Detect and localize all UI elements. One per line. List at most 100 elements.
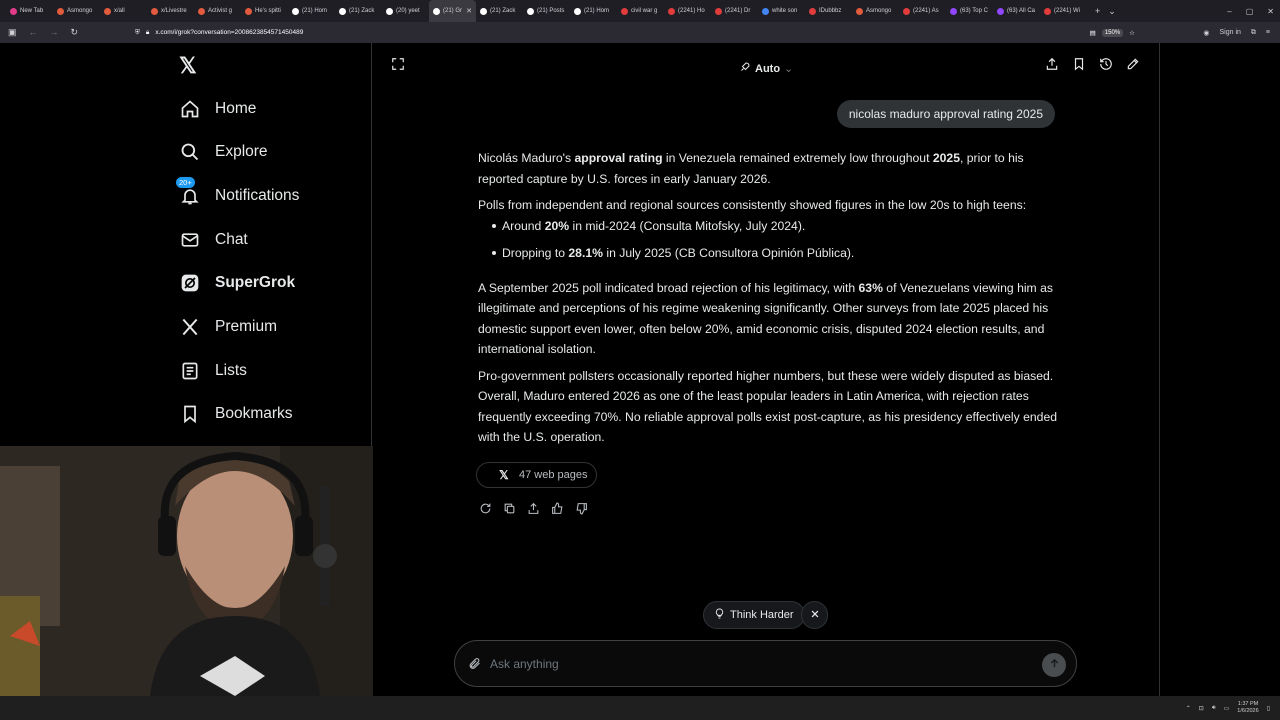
user-message-bubble: nicolas maduro approval rating 2025 [836,100,1055,128]
speaker-icon[interactable]: 🔊︎ [1212,705,1216,712]
thumbs-down-icon[interactable] [574,501,588,515]
url-text[interactable]: x.com/i/grok?conversation=20086238545714… [155,29,303,36]
browser-tab[interactable]: x/all [100,0,147,22]
ask-input[interactable] [490,655,1030,673]
browser-tab[interactable]: (63) All Ca [993,0,1040,22]
share-icon[interactable] [526,501,540,515]
grok-answer: Nicolás Maduro's approval rating in Vene… [478,148,1058,454]
close-window-button[interactable]: ✕ [1267,7,1274,16]
send-button[interactable] [1042,653,1066,677]
extensions-icon[interactable]: ⧉ [1251,29,1256,37]
bookmark-icon[interactable] [1072,57,1086,71]
grok-icon [178,271,202,295]
network-icon[interactable]: ⊡ [1199,705,1204,712]
x-logo[interactable]: 𝕏 [179,53,197,79]
tab-label: (21) Posts [537,8,565,14]
browser-tab[interactable]: civil war g [617,0,664,22]
tab-label: (63) Top C [960,8,988,14]
sidebar-item-supergrok[interactable]: SuperGrok [178,268,295,298]
address-bar[interactable]: ⛨ 🔒︎ x.com/i/grok?conversation=200862385… [135,25,1135,40]
sidebar-toggle-icon[interactable]: ▣ [8,27,17,38]
tab-favicon-icon [903,7,910,15]
thumbs-up-icon[interactable] [550,501,564,515]
history-icon[interactable] [1099,57,1113,71]
tab-favicon-icon [433,7,440,15]
account-icon[interactable]: ◉ [1203,29,1209,37]
source-favicons-icon: 𝕏 [499,468,509,482]
shield-icon[interactable]: ⛨ [135,29,140,37]
answer-text: in Venezuela remained extremely low thro… [662,151,933,165]
sidebar-item-lists[interactable]: Lists [178,356,247,386]
sidebar-item-notifications[interactable]: 20+ Notifications [175,176,299,211]
dismiss-chip-button[interactable] [801,601,828,629]
browser-tab[interactable]: IDubbbz [805,0,852,22]
browser-tab[interactable]: (21) Hom [570,0,617,22]
tray-chevron-icon[interactable]: ⌃ [1186,705,1191,712]
menu-icon[interactable]: ≡ [1266,29,1270,36]
tab-label: (2241) Wi [1054,8,1081,14]
mode-selector[interactable]: Auto ⌄ [739,61,793,76]
list-all-tabs-button[interactable]: ⌄ [1108,6,1116,17]
tab-favicon-icon [480,7,487,15]
sources-button[interactable]: 𝕏 47 web pages [476,462,597,488]
think-harder-chip[interactable]: Think Harder [703,601,805,629]
new-tab-button[interactable]: + [1095,6,1100,16]
right-pane [1159,43,1280,696]
paperclip-icon[interactable] [468,656,481,676]
browser-tab[interactable]: (63) Top C [946,0,993,22]
sign-in-link[interactable]: Sign in [1220,29,1241,36]
sidebar-item-explore[interactable]: Explore [178,137,268,167]
sidebar-item-premium[interactable]: Premium [178,312,277,342]
regenerate-icon[interactable] [478,501,492,515]
expand-icon[interactable] [391,57,405,71]
browser-tab[interactable]: (21) Zack [476,0,523,22]
browser-tab[interactable]: (20) yeet [382,0,429,22]
browser-tab[interactable]: (2241) Ho [664,0,711,22]
grok-chat-panel: Auto ⌄ nicolas maduro approval rating 20… [373,43,1159,713]
browser-tab[interactable]: New Tab [6,0,53,22]
browser-tab[interactable]: (21) Zack [335,0,382,22]
sidebar-item-label: Explore [215,143,268,160]
back-icon[interactable]: ← [29,27,38,38]
browser-tab[interactable]: Asmongo [852,0,899,22]
answer-bold-text: approval rating [574,151,663,165]
notifications-icon[interactable]: ▯ [1267,705,1270,712]
browser-tab[interactable]: (21) Hom [288,0,335,22]
clock-date: 1/6/2026 [1237,708,1259,714]
sidebar-item-home[interactable]: Home [178,94,256,124]
browser-tab[interactable]: (2241) Wi [1040,0,1087,22]
minimize-button[interactable]: – [1227,7,1231,16]
browser-tab[interactable]: Asmongo [53,0,100,22]
display-icon[interactable]: ▭ [1224,705,1230,712]
answer-text: in mid-2024 (Consulta Mitofsky, July 202… [569,218,806,233]
reload-icon[interactable]: ↻ [71,27,79,38]
browser-tab[interactable]: white son [758,0,805,22]
browser-tab[interactable]: (2241) As [899,0,946,22]
lock-icon[interactable]: 🔒︎ [146,29,149,37]
browser-tab[interactable]: (21) Posts [523,0,570,22]
clock[interactable]: 1:37 PM 1/6/2026 [1237,701,1258,715]
sidebar-item-bookmarks[interactable]: Bookmarks [178,399,293,429]
bookmark-star-icon[interactable]: ☆ [1129,29,1135,37]
browser-tab[interactable]: Activist g [194,0,241,22]
answer-text: Around [502,218,545,233]
tab-favicon-icon [621,7,628,15]
zoom-level[interactable]: 150% [1101,28,1124,37]
browser-tab[interactable]: (21) Gr ✕ [429,0,476,22]
tab-label: (21) Zack [490,8,516,14]
forward-icon[interactable]: → [50,27,59,38]
browser-tab[interactable]: (2241) Dr [711,0,758,22]
close-tab-icon[interactable]: ✕ [466,7,472,15]
window-controls: – ▢ ✕ [1227,0,1274,22]
new-chat-icon[interactable] [1126,57,1140,71]
rocket-icon [739,61,751,76]
maximize-button[interactable]: ▢ [1246,7,1254,16]
sidebar-item-label: Premium [215,318,278,335]
os-taskbar: ⌃ ⊡ 🔊︎ ▭ 1:37 PM 1/6/2026 ▯ [0,696,1280,720]
sidebar-item-chat[interactable]: Chat [178,225,248,255]
reader-view-icon[interactable]: ▤ [1090,29,1096,37]
browser-tab[interactable]: He's spitti [241,0,288,22]
copy-icon[interactable] [502,501,516,515]
share-icon[interactable] [1045,57,1059,71]
browser-tab[interactable]: x/Livestre [147,0,194,22]
